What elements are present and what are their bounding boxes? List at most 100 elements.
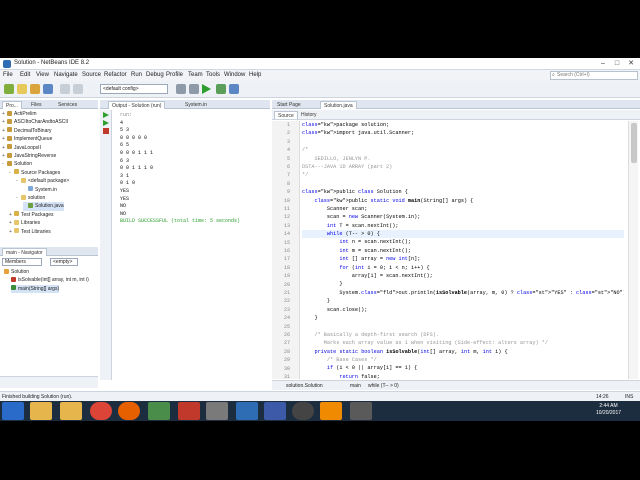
stop-icon[interactable] — [103, 128, 109, 134]
tree-item[interactable]: + ActiPrelim — [2, 110, 37, 118]
debug-icon[interactable] — [216, 84, 226, 94]
code-line[interactable]: } — [302, 297, 624, 305]
navigator-filter-select[interactable]: Members — [2, 258, 42, 266]
menu-team[interactable]: Team — [188, 72, 203, 78]
taskbar-clock[interactable]: 2:44 AM 10/20/2017 — [596, 403, 621, 417]
code-line[interactable]: class="kw">package solution; — [302, 121, 624, 129]
navigator-filter2-select[interactable]: <empty> — [50, 258, 78, 266]
save-all-icon[interactable] — [43, 84, 53, 94]
menu-tools[interactable]: Tools — [206, 72, 220, 78]
code-line[interactable]: int [] array = new int[n]; — [302, 255, 624, 263]
menu-source[interactable]: Source — [82, 72, 101, 78]
new-file-icon[interactable] — [17, 84, 27, 94]
tree-item[interactable]: + Libraries — [9, 219, 40, 227]
code-line[interactable]: if (i < 0 || array[i] == 1) { — [302, 364, 624, 372]
tree-item[interactable]: - Solution — [2, 160, 32, 168]
tree-item[interactable]: + ASCIItoCharAndtoASCII — [2, 118, 68, 126]
code-line[interactable]: int n = scan.nextInt(); — [302, 238, 624, 246]
file-explorer-icon[interactable] — [30, 402, 52, 420]
code-line[interactable]: /* — [302, 146, 624, 154]
expand-toggle-icon[interactable]: + — [2, 118, 6, 126]
obs-icon[interactable] — [292, 402, 314, 420]
menu-edit[interactable]: Edit — [20, 72, 30, 78]
breadcrumb-method[interactable]: main — [350, 382, 361, 390]
menu-debug[interactable]: Debug — [146, 72, 164, 78]
expand-toggle-icon[interactable]: - — [16, 194, 20, 202]
expand-toggle-icon[interactable]: + — [9, 219, 13, 227]
tab-projects[interactable]: Pro... — [2, 101, 22, 109]
code-line[interactable]: scan.close(); — [302, 306, 624, 314]
rerun-icon[interactable] — [103, 112, 109, 118]
navigator-item[interactable]: main(String[] args) — [11, 284, 60, 294]
menu-view[interactable]: View — [36, 72, 49, 78]
code-line[interactable]: class="kw">public class Solution { — [302, 188, 624, 196]
code-line[interactable]: System.class="fld">out.println(isSolvabl… — [302, 289, 624, 297]
code-line[interactable]: DSTA---JAVA 1D ARRAY (part 2) — [302, 163, 624, 171]
expand-toggle-icon[interactable]: + — [9, 211, 13, 219]
tree-item[interactable]: - Source Packages — [9, 169, 60, 177]
code-line[interactable]: for (int i = 0; i < n; i++) { — [302, 264, 624, 272]
build-icon[interactable] — [176, 84, 186, 94]
app2-icon[interactable] — [178, 402, 200, 420]
breadcrumb-class[interactable]: solution.Solution — [286, 382, 323, 390]
tab-solution-java[interactable]: Solution.java — [320, 101, 357, 109]
tree-item[interactable]: Solution.java — [23, 202, 64, 211]
source-mode-tab[interactable]: Source — [274, 111, 298, 119]
code-line[interactable]: /* Base Cases */ — [302, 356, 624, 364]
code-line[interactable]: Marks each array value as 1 when visitin… — [302, 339, 624, 347]
code-line[interactable]: SEDILLO, JENLYN P. — [302, 155, 624, 163]
tab-system-in[interactable]: System.in — [182, 101, 210, 109]
app-icon[interactable] — [148, 402, 170, 420]
navigator-item[interactable]: Solution — [4, 268, 29, 276]
menu-profile[interactable]: Profile — [166, 72, 183, 78]
app3-icon[interactable] — [206, 402, 228, 420]
scrollbar-thumb[interactable] — [631, 123, 637, 163]
rerun-with-args-icon[interactable] — [103, 120, 109, 126]
devcpp-icon[interactable] — [264, 402, 286, 420]
menu-refactor[interactable]: Refactor — [104, 72, 127, 78]
app4-icon[interactable] — [350, 402, 372, 420]
code-line[interactable]: return false; — [302, 373, 624, 379]
code-line[interactable]: private static boolean isSolvable(int[] … — [302, 348, 624, 356]
code-line[interactable]: Scanner scan; — [302, 205, 624, 213]
expand-toggle-icon[interactable]: + — [2, 110, 6, 118]
firefox-icon[interactable] — [118, 402, 140, 420]
code-line[interactable] — [302, 138, 624, 146]
menu-run[interactable]: Run — [131, 72, 142, 78]
maximize-button[interactable]: □ — [610, 59, 624, 69]
profile-icon[interactable] — [229, 84, 239, 94]
tree-item[interactable]: System.in — [23, 186, 57, 194]
tree-item[interactable]: + JavaLoopsII — [2, 144, 41, 152]
expand-toggle-icon[interactable]: + — [2, 152, 6, 160]
start-button-icon[interactable] — [2, 402, 24, 420]
code-line[interactable]: class="kw">public static void main(Strin… — [302, 197, 624, 205]
config-select[interactable]: <default config> — [100, 84, 168, 94]
tree-item[interactable]: + ImplementQueue — [2, 135, 52, 143]
tree-item[interactable]: + Test Libraries — [9, 228, 51, 236]
tree-item[interactable]: + JavaStringReverse — [2, 152, 56, 160]
menu-window[interactable]: Window — [224, 72, 245, 78]
run-icon[interactable] — [202, 84, 211, 94]
code-line[interactable]: */ — [302, 171, 624, 179]
new-project-icon[interactable] — [4, 84, 14, 94]
tab-output[interactable]: Output - Solution (run) — [108, 101, 166, 109]
search-input[interactable]: Search (Ctrl+I) — [550, 71, 638, 80]
code-line[interactable]: array[i] = scan.nextInt(); — [302, 272, 624, 280]
tab-start-page[interactable]: Start Page — [274, 101, 304, 109]
code-line[interactable]: class="kw">import java.util.Scanner; — [302, 129, 624, 137]
redo-icon[interactable] — [73, 84, 83, 94]
navigator-item[interactable]: isSolvable(int[] array, int m, int i) — [11, 276, 89, 284]
expand-toggle-icon[interactable]: - — [16, 177, 20, 185]
close-button[interactable]: ✕ — [624, 59, 638, 69]
expand-toggle-icon[interactable]: + — [9, 228, 13, 236]
menu-file[interactable]: File — [3, 72, 13, 78]
code-line[interactable]: int m = scan.nextInt(); — [302, 247, 624, 255]
code-line[interactable]: } — [302, 314, 624, 322]
folder-icon[interactable] — [60, 402, 82, 420]
minimize-button[interactable]: – — [596, 59, 610, 69]
expand-toggle-icon[interactable]: - — [9, 169, 13, 177]
breadcrumb-block[interactable]: while (T-- > 0) — [368, 382, 399, 390]
expand-toggle-icon[interactable]: + — [2, 127, 6, 135]
code-line[interactable]: /* Basically a depth-first search (DFS). — [302, 331, 624, 339]
code-line[interactable]: } — [302, 280, 624, 288]
